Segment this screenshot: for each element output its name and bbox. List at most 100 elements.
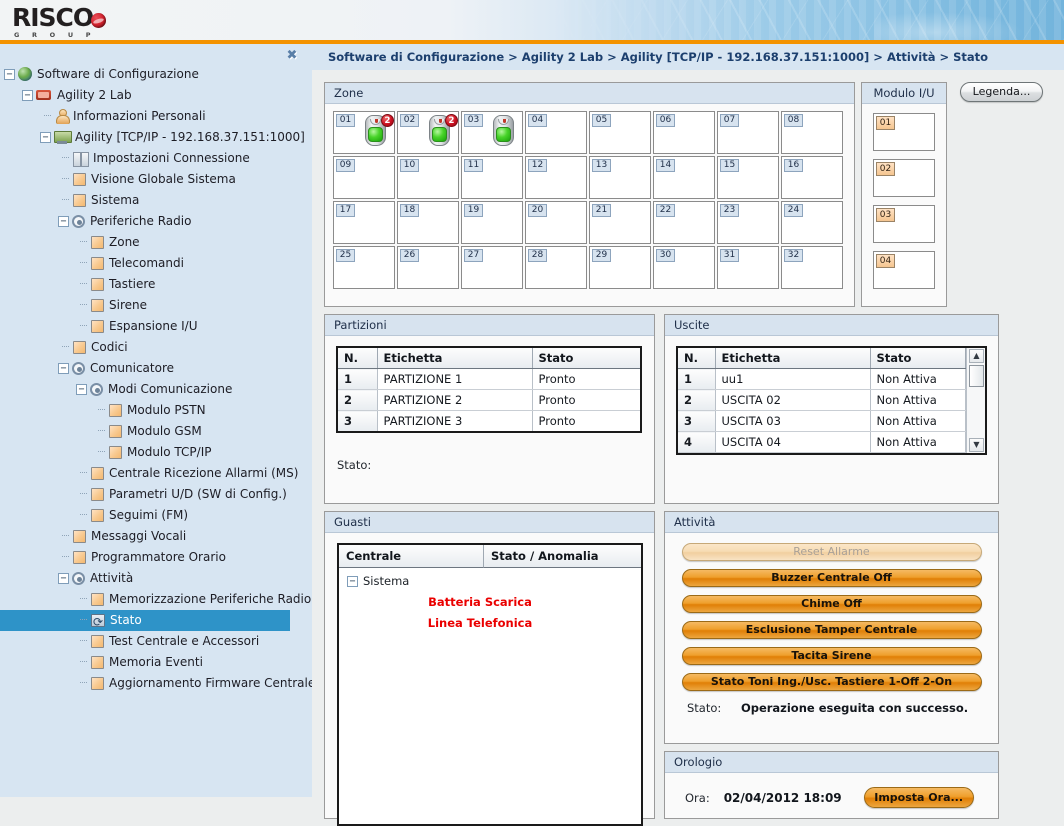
- expand-collapse-icon[interactable]: −: [58, 573, 69, 584]
- zone-cell[interactable]: 29: [589, 246, 651, 289]
- activity-button-stato-toni-ing-usc-tastiere-1-off-2-on[interactable]: Stato Toni Ing./Usc. Tastiere 1-Off 2-On: [681, 673, 982, 691]
- zone-cell[interactable]: 17: [333, 201, 395, 244]
- table-row[interactable]: 3 USCITA 03 Non Attiva: [678, 410, 966, 432]
- zone-cell[interactable]: 15: [717, 156, 779, 199]
- sidebar-item-agility-tcp-ip-192-168-37-151-1000[interactable]: − Agility [TCP/IP - 192.168.37.151:1000]: [0, 127, 312, 148]
- zone-cell[interactable]: 13: [589, 156, 651, 199]
- zone-cell[interactable]: 22: [653, 201, 715, 244]
- sidebar-item-impostazioni-connessione[interactable]: Impostazioni Connessione: [0, 148, 312, 169]
- expand-collapse-icon[interactable]: −: [40, 132, 51, 143]
- sidebar-item-memoria-eventi[interactable]: Memoria Eventi: [0, 652, 312, 673]
- sidebar-item-label: Modulo PSTN: [127, 403, 206, 417]
- zone-cell[interactable]: 18: [397, 201, 459, 244]
- sidebar-item-comunicatore[interactable]: − Comunicatore: [0, 358, 312, 379]
- zone-cell[interactable]: 08: [781, 111, 843, 154]
- table-row[interactable]: 2 USCITA 02 Non Attiva: [678, 389, 966, 411]
- zone-cell[interactable]: 31: [717, 246, 779, 289]
- zone-cell[interactable]: 24: [781, 201, 843, 244]
- sidebar-item-espansione-i-u[interactable]: Espansione I/U: [0, 316, 312, 337]
- sidebar-item-sirene[interactable]: Sirene: [0, 295, 312, 316]
- row-number: 3: [678, 410, 716, 432]
- expand-collapse-icon[interactable]: −: [4, 69, 15, 80]
- sidebar-item-zone[interactable]: Zone: [0, 232, 312, 253]
- zone-cell[interactable]: 01 2: [333, 111, 395, 154]
- sidebar-item-informazioni-personali[interactable]: Informazioni Personali: [0, 106, 312, 127]
- sidebar-item-visione-globale-sistema[interactable]: Visione Globale Sistema: [0, 169, 312, 190]
- zone-cell[interactable]: 04: [525, 111, 587, 154]
- zone-cell[interactable]: 06: [653, 111, 715, 154]
- sidebar-item-attivit[interactable]: − Attività: [0, 568, 312, 589]
- sidebar-item-parametri-u-d-sw-di-config[interactable]: Parametri U/D (SW di Config.): [0, 484, 312, 505]
- sidebar-item-sistema[interactable]: Sistema: [0, 190, 312, 211]
- zone-cell[interactable]: 25: [333, 246, 395, 289]
- sidebar-item-seguimi-fm[interactable]: Seguimi (FM): [0, 505, 312, 526]
- activity-button-chime-off[interactable]: Chime Off: [681, 595, 982, 613]
- faults-group-row[interactable]: − Sistema: [347, 574, 641, 588]
- activity-button-buzzer-centrale-off[interactable]: Buzzer Centrale Off: [681, 569, 982, 587]
- expand-collapse-icon[interactable]: −: [58, 216, 69, 227]
- sidebar-item-centrale-ricezione-allarmi-ms[interactable]: Centrale Ricezione Allarmi (MS): [0, 463, 312, 484]
- legend-button[interactable]: Legenda...: [960, 82, 1043, 102]
- scroll-up-icon[interactable]: ▲: [969, 349, 984, 363]
- sidebar-item-modulo-pstn[interactable]: Modulo PSTN: [0, 400, 312, 421]
- activity-button-tacita-sirene[interactable]: Tacita Sirene: [681, 647, 982, 665]
- zone-cell[interactable]: 30: [653, 246, 715, 289]
- faults-table-header: Centrale Stato / Anomalia: [339, 545, 641, 568]
- zone-cell[interactable]: 20: [525, 201, 587, 244]
- expand-collapse-icon[interactable]: −: [58, 363, 69, 374]
- zone-cell[interactable]: 05: [589, 111, 651, 154]
- table-row[interactable]: 4 USCITA 04 Non Attiva: [678, 431, 966, 453]
- zone-cell[interactable]: 32: [781, 246, 843, 289]
- sidebar-item-label: Programmatore Orario: [91, 550, 226, 564]
- zone-cell[interactable]: 28: [525, 246, 587, 289]
- sidebar-item-label: Comunicatore: [90, 361, 175, 375]
- zone-cell[interactable]: 23: [717, 201, 779, 244]
- sidebar-item-messaggi-vocali[interactable]: Messaggi Vocali: [0, 526, 312, 547]
- zone-cell[interactable]: 10: [397, 156, 459, 199]
- expand-collapse-icon[interactable]: −: [22, 90, 33, 101]
- zone-cell[interactable]: 19: [461, 201, 523, 244]
- scrollbar-thumb[interactable]: [969, 365, 984, 387]
- zone-cell[interactable]: 12: [525, 156, 587, 199]
- zone-cell[interactable]: 16: [781, 156, 843, 199]
- table-row[interactable]: 2 PARTIZIONE 2 Pronto: [337, 389, 642, 411]
- zone-cell[interactable]: 27: [461, 246, 523, 289]
- sidebar-item-periferiche-radio[interactable]: − Periferiche Radio: [0, 211, 312, 232]
- zone-cell[interactable]: 07: [717, 111, 779, 154]
- expand-collapse-icon[interactable]: −: [76, 384, 87, 395]
- zone-cell[interactable]: 02 2: [397, 111, 459, 154]
- zone-cell[interactable]: 14: [653, 156, 715, 199]
- zone-cell[interactable]: 03: [461, 111, 523, 154]
- zone-cell[interactable]: 26: [397, 246, 459, 289]
- io-module-cell[interactable]: 02: [873, 159, 935, 197]
- io-module-cell[interactable]: 01: [873, 113, 935, 151]
- table-row[interactable]: 1 uu1 Non Attiva: [678, 368, 966, 390]
- sidebar-item-programmatore-orario[interactable]: Programmatore Orario: [0, 547, 312, 568]
- sidebar-item-telecomandi[interactable]: Telecomandi: [0, 253, 312, 274]
- sidebar-item-stato[interactable]: Stato: [0, 610, 290, 633]
- io-module-cell[interactable]: 03: [873, 205, 935, 243]
- sidebar-item-test-centrale-e-accessori[interactable]: Test Centrale e Accessori: [0, 631, 312, 652]
- table-row[interactable]: 1 PARTIZIONE 1 Pronto: [337, 368, 642, 390]
- outputs-scrollbar[interactable]: ▲ ▼: [966, 348, 985, 453]
- expand-collapse-icon[interactable]: −: [347, 576, 358, 587]
- sidebar-item-software-di-configurazione[interactable]: − Software di Configurazione: [0, 64, 312, 85]
- sidebar-item-modulo-gsm[interactable]: Modulo GSM: [0, 421, 312, 442]
- activity-button-esclusione-tamper-centrale[interactable]: Esclusione Tamper Centrale: [681, 621, 982, 639]
- sidebar-item-modi-comunicazione[interactable]: − Modi Comunicazione: [0, 379, 312, 400]
- sidebar-item-codici[interactable]: Codici: [0, 337, 312, 358]
- zone-number: 01: [336, 114, 355, 127]
- sidebar-item-memorizzazione-periferiche-radio[interactable]: Memorizzazione Periferiche Radio: [0, 589, 312, 610]
- sidebar-item-agility-2-lab[interactable]: − Agility 2 Lab: [0, 85, 312, 106]
- zone-cell[interactable]: 09: [333, 156, 395, 199]
- zone-cell[interactable]: 11: [461, 156, 523, 199]
- io-module-cell[interactable]: 04: [873, 251, 935, 289]
- sidebar-item-aggiornamento-firmware-centrale[interactable]: Aggiornamento Firmware Centrale: [0, 673, 312, 694]
- table-row[interactable]: 3 PARTIZIONE 3 Pronto: [337, 410, 642, 433]
- sidebar-item-tastiere[interactable]: Tastiere: [0, 274, 312, 295]
- zone-cell[interactable]: 21: [589, 201, 651, 244]
- close-icon[interactable]: ✖: [284, 48, 300, 64]
- scroll-down-icon[interactable]: ▼: [969, 438, 984, 452]
- set-time-button[interactable]: Imposta Ora...: [863, 787, 974, 808]
- sidebar-item-modulo-tcp-ip[interactable]: Modulo TCP/IP: [0, 442, 312, 463]
